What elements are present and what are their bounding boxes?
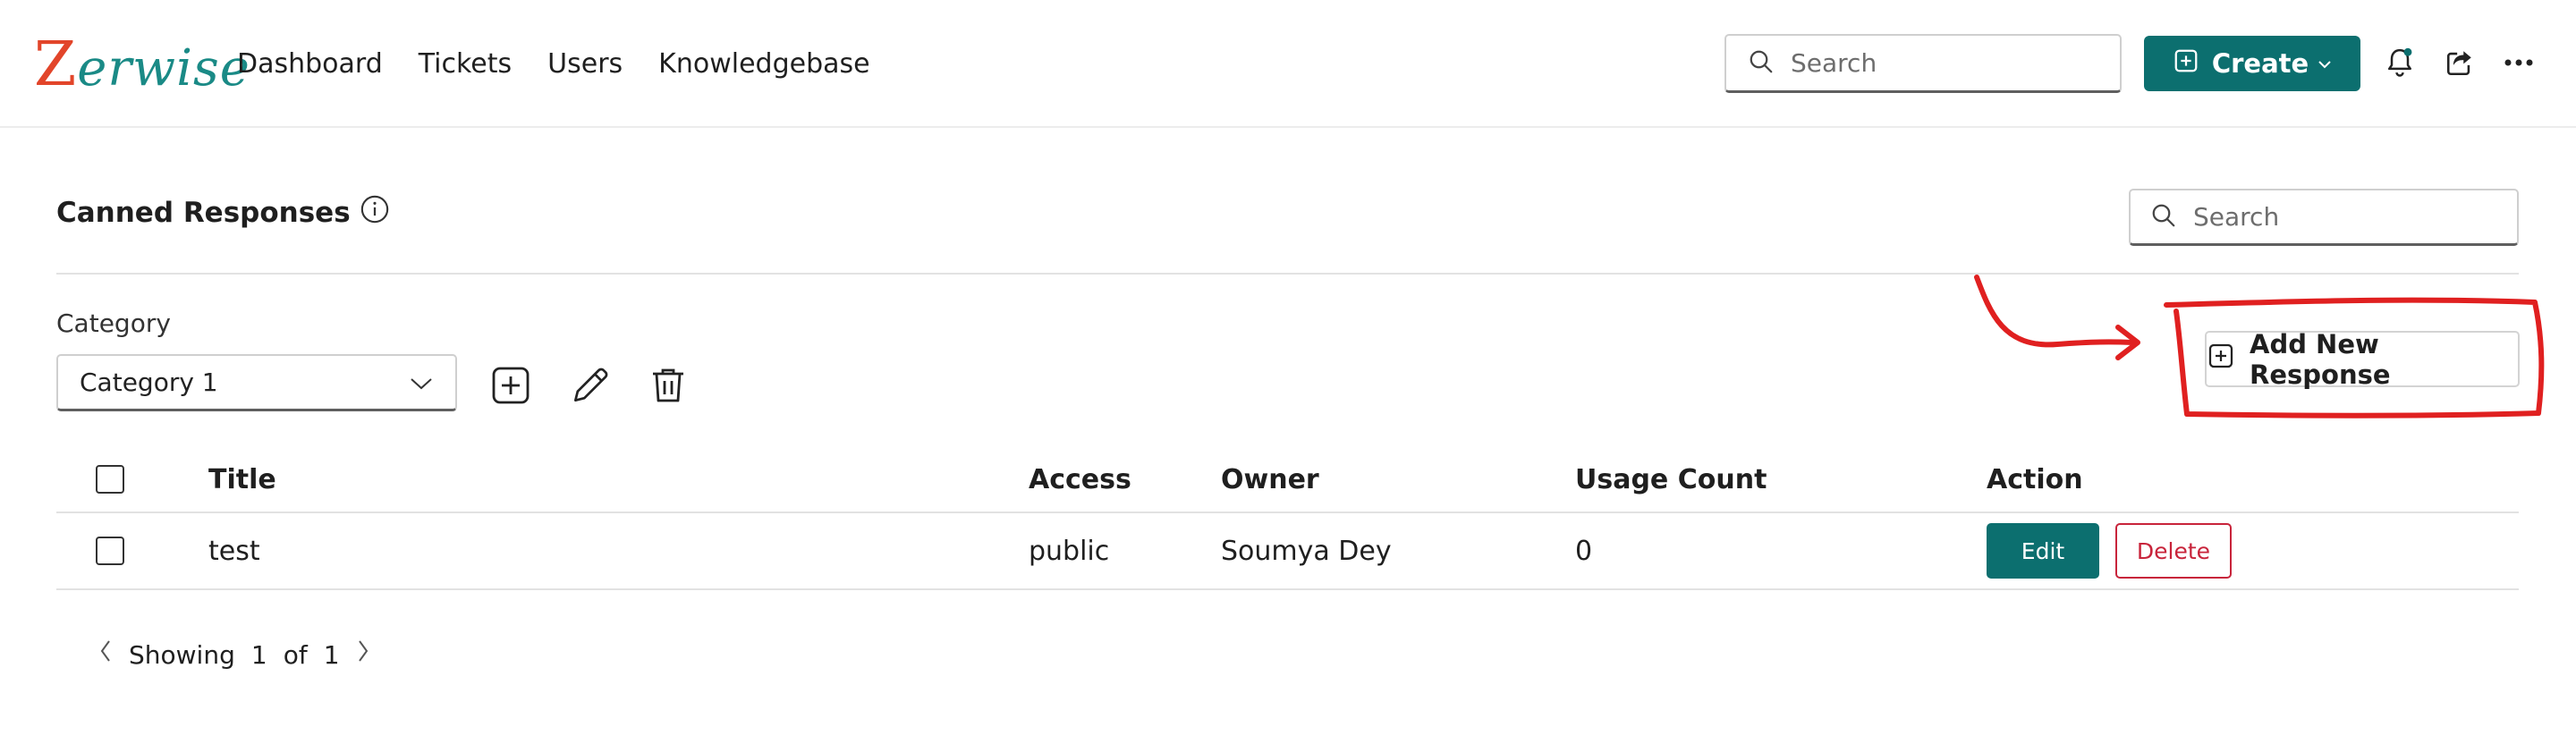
chevron-right-icon[interactable] — [356, 638, 370, 671]
global-search[interactable] — [1724, 34, 2122, 93]
category-select-value: Category 1 — [80, 368, 218, 397]
logo-text: erwise — [77, 39, 250, 97]
responses-search-input[interactable] — [2193, 202, 2488, 232]
row-access: public — [1029, 535, 1110, 567]
bell-icon[interactable] — [2382, 45, 2418, 80]
row-select-cell — [96, 513, 124, 588]
header-action: Action — [1987, 463, 2083, 495]
delete-category-icon[interactable] — [645, 362, 691, 409]
zerwise-logo[interactable]: Zerwise — [34, 34, 250, 100]
edit-button[interactable]: Edit — [1987, 523, 2099, 579]
chevron-down-icon — [2318, 53, 2332, 75]
page-title: Canned Responses — [56, 195, 390, 231]
select-all-cell — [96, 447, 124, 512]
category-select[interactable]: Category 1 — [56, 354, 457, 411]
row-actions: Edit Delete — [1987, 513, 2232, 588]
header-access[interactable]: Access — [1029, 447, 1131, 512]
add-new-response-button[interactable]: Add New Response — [2205, 328, 2520, 390]
plus-square-icon — [2207, 342, 2235, 376]
info-icon[interactable] — [360, 194, 390, 232]
search-icon — [1748, 48, 1775, 79]
pagination-total: 1 — [323, 639, 340, 670]
table-header: Title Access Owner Usage Count Action — [56, 447, 2519, 513]
divider — [56, 273, 2519, 275]
logo-letter: Z — [34, 30, 78, 100]
nav-dashboard[interactable]: Dashboard — [237, 45, 383, 84]
responses-table: Title Access Owner Usage Count Action te… — [56, 447, 2519, 590]
pagination-current: 1 — [250, 639, 267, 670]
row-usage-count: 0 — [1575, 535, 1593, 567]
pagination-of: of — [283, 639, 308, 670]
plus-square-icon — [2173, 47, 2199, 80]
header-usage-count[interactable]: Usage Count — [1575, 447, 1767, 512]
chevron-down-icon — [409, 368, 434, 397]
pagination-showing: Showing — [129, 639, 235, 670]
page-title-text: Canned Responses — [56, 197, 351, 229]
add-category-icon[interactable] — [487, 362, 534, 409]
create-button[interactable]: Create — [2144, 36, 2360, 91]
row-title: test — [208, 535, 260, 567]
row-owner: Soumya Dey — [1221, 535, 1392, 567]
category-label: Category — [56, 309, 171, 338]
create-label: Create — [2211, 48, 2309, 79]
select-all-checkbox[interactable] — [96, 465, 124, 494]
nav-tickets[interactable]: Tickets — [419, 45, 512, 84]
table-row: test public Soumya Dey 0 Edit Delete — [56, 513, 2519, 590]
row-checkbox[interactable] — [96, 537, 124, 565]
search-icon — [2150, 202, 2177, 232]
more-icon[interactable] — [2501, 45, 2537, 80]
chevron-left-icon[interactable] — [98, 638, 113, 671]
main-nav: Dashboard Tickets Users Knowledgebase — [237, 45, 906, 84]
share-icon[interactable] — [2442, 45, 2478, 80]
delete-button[interactable]: Delete — [2115, 523, 2232, 579]
pagination: Showing 1 of 1 — [98, 637, 370, 672]
nav-users[interactable]: Users — [547, 45, 623, 84]
nav-knowledgebase[interactable]: Knowledgebase — [658, 45, 869, 84]
add-new-response-label: Add New Response — [2250, 328, 2391, 390]
header-title[interactable]: Title — [208, 447, 276, 512]
header-owner[interactable]: Owner — [1221, 447, 1319, 512]
top-bar: Zerwise Dashboard Tickets Users Knowledg… — [0, 0, 2576, 128]
global-search-input[interactable] — [1791, 48, 2086, 78]
edit-category-icon[interactable] — [567, 362, 614, 409]
responses-search[interactable] — [2129, 189, 2519, 246]
